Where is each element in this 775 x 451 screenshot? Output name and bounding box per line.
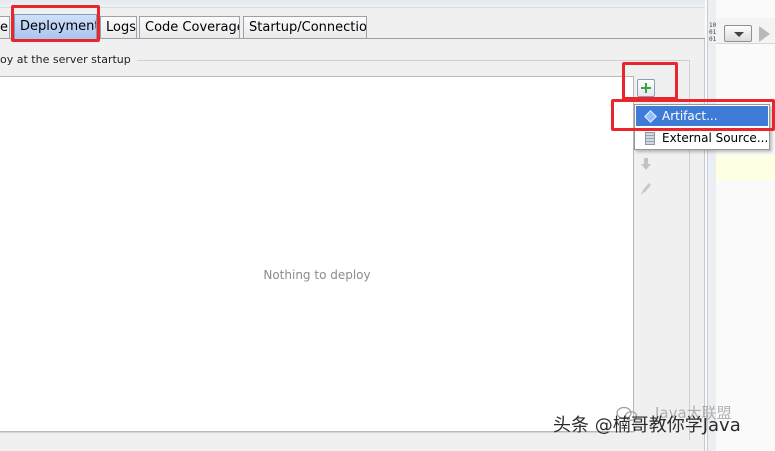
pencil-icon [641,183,651,194]
edit-deployment-button[interactable] [637,179,655,197]
run-config-dropdown[interactable] [724,25,752,42]
menu-item-external-source-label: External Source... [662,131,769,145]
tab-code-coverage[interactable]: Code Coverage [139,16,240,39]
tab-logs[interactable]: Logs [100,16,137,39]
highlight-add-button [622,62,678,100]
deploy-list[interactable]: Nothing to deploy [0,76,634,432]
external-source-icon [645,132,655,145]
binary-icon: 10 01 01 [709,22,717,43]
list-bottom-divider [0,432,634,433]
tab-startup-connection[interactable]: Startup/Connection [243,16,367,39]
watermark-text: 头条 @楠哥教你学Java [553,415,741,436]
arrow-down-icon [641,158,651,170]
highlight-artifact-item [611,99,775,131]
window-top-edge [0,0,705,8]
editor-current-line [716,155,775,180]
highlight-deployment-tab [11,5,100,42]
empty-list-text: Nothing to deploy [263,268,371,282]
run-config-tab-bar: er Deployment Logs Code Coverage Startup… [0,12,705,39]
tab-server[interactable]: er [0,16,10,39]
menu-item-external-source[interactable]: External Source... [636,128,768,148]
run-icon[interactable] [759,26,770,42]
editor-gutter [708,0,716,451]
chevron-down-icon [734,32,744,37]
move-down-button[interactable] [637,155,655,173]
deploy-group-title: oy at the server startup [0,52,137,68]
